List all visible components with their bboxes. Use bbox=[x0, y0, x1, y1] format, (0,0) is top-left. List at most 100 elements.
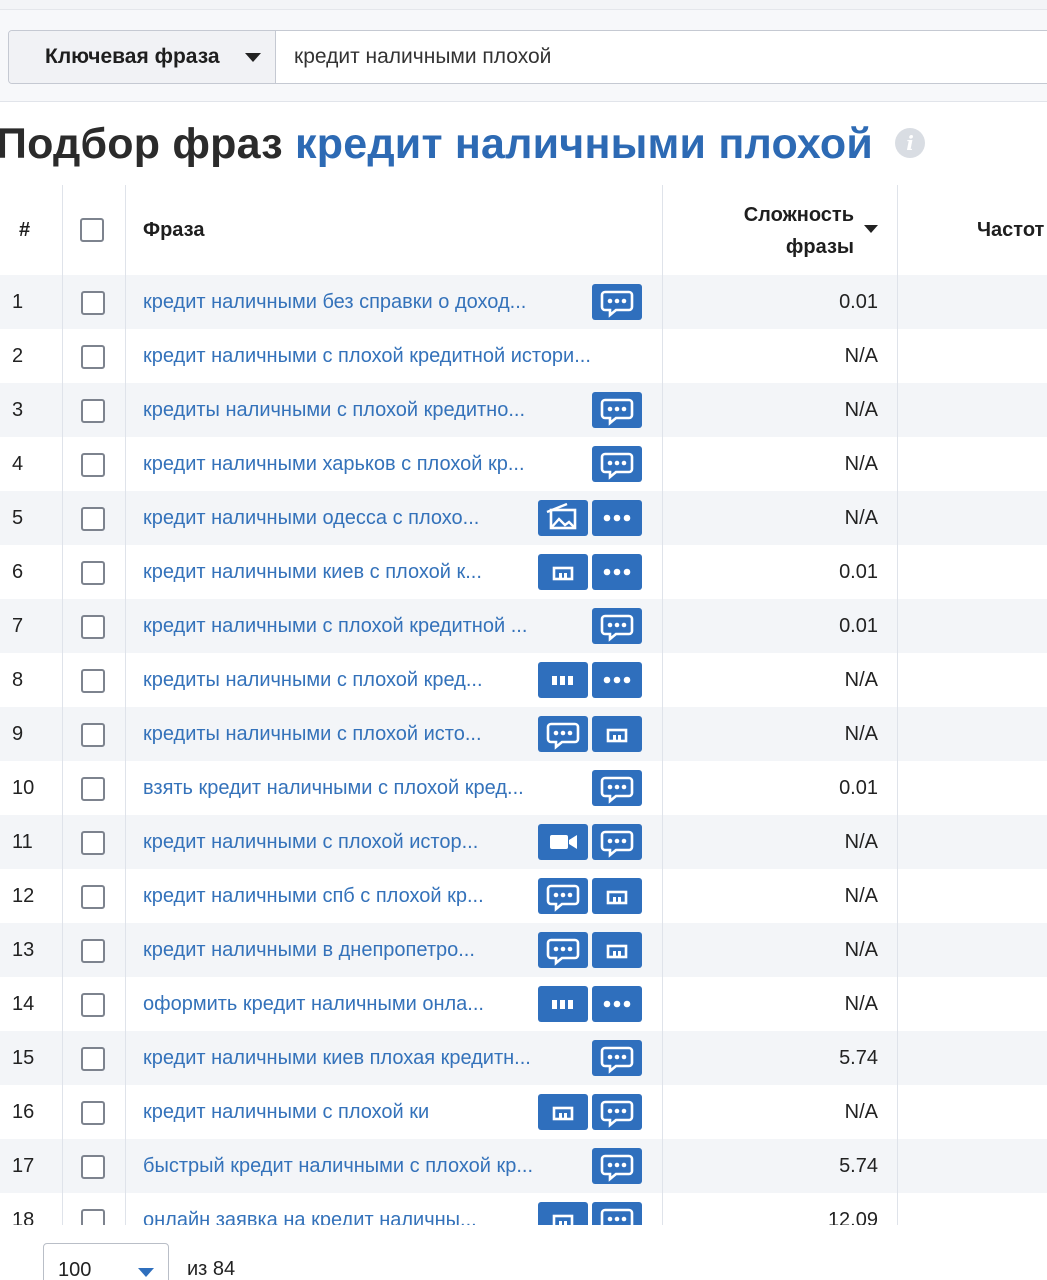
column-divider bbox=[62, 185, 63, 1225]
shop-icon[interactable] bbox=[592, 878, 642, 914]
table-row: 15 кредит наличными киев плохая кредитн..… bbox=[0, 1031, 1047, 1085]
row-number: 2 bbox=[12, 345, 24, 367]
column-header-difficulty[interactable]: Сложность фразы bbox=[700, 185, 900, 275]
difficulty-value: N/A bbox=[844, 399, 878, 421]
phrase-link[interactable]: онлайн заявка на кредит наличны... bbox=[143, 1193, 477, 1225]
shop-icon[interactable] bbox=[538, 1202, 588, 1225]
row-checkbox[interactable] bbox=[81, 1047, 105, 1071]
chat-icon[interactable] bbox=[592, 608, 642, 644]
row-checkbox[interactable] bbox=[81, 615, 105, 639]
table-row: 1 кредит наличными без справки о доход...… bbox=[0, 275, 1047, 329]
row-checkbox[interactable] bbox=[81, 1155, 105, 1179]
phrase-link[interactable]: кредит наличными с плохой ки bbox=[143, 1085, 429, 1139]
chevron-down-icon bbox=[138, 1268, 154, 1277]
chat-icon[interactable] bbox=[592, 824, 642, 860]
difficulty-value: 0.01 bbox=[839, 561, 878, 583]
phrase-link[interactable]: кредит наличными с плохой кредитной исто… bbox=[143, 329, 591, 383]
column-header-frequency[interactable]: Частот bbox=[977, 185, 1044, 275]
phrase-link[interactable]: взять кредит наличными с плохой кред... bbox=[143, 761, 524, 815]
phrase-link[interactable]: кредит наличными киев плохая кредитн... bbox=[143, 1031, 531, 1085]
phrase-link[interactable]: кредит наличными харьков с плохой кр... bbox=[143, 437, 525, 491]
phrase-link[interactable]: оформить кредит наличными онла... bbox=[143, 977, 484, 1031]
chat-icon[interactable] bbox=[592, 1040, 642, 1076]
row-number: 18 bbox=[12, 1209, 35, 1225]
difficulty-value: N/A bbox=[844, 831, 878, 853]
phrase-link[interactable]: кредит наличными с плохой истор... bbox=[143, 815, 478, 869]
chat-icon[interactable] bbox=[592, 446, 642, 482]
sitelinks-icon[interactable] bbox=[538, 986, 588, 1022]
shop-icon[interactable] bbox=[592, 932, 642, 968]
pagination-total: из 84 bbox=[187, 1258, 236, 1280]
more-icon[interactable] bbox=[592, 554, 642, 590]
phrase-link[interactable]: кредиты наличными с плохой кред... bbox=[143, 653, 483, 707]
shop-icon[interactable] bbox=[538, 554, 588, 590]
row-checkbox[interactable] bbox=[81, 723, 105, 747]
phrase-link[interactable]: кредит наличными в днепропетро... bbox=[143, 923, 475, 977]
phrase-link[interactable]: быстрый кредит наличными с плохой кр... bbox=[143, 1139, 533, 1193]
column-divider bbox=[125, 185, 126, 1225]
search-type-select[interactable]: Ключевая фраза bbox=[9, 31, 276, 83]
chat-icon[interactable] bbox=[592, 1148, 642, 1184]
image-icon[interactable] bbox=[538, 500, 588, 536]
per-page-value: 100 bbox=[58, 1259, 92, 1280]
table-header: # Фраза Сложность фразы Частот bbox=[0, 185, 1047, 275]
row-number: 12 bbox=[12, 885, 35, 907]
video-icon[interactable] bbox=[538, 824, 588, 860]
row-checkbox[interactable] bbox=[81, 507, 105, 531]
difficulty-value: N/A bbox=[844, 723, 878, 745]
row-number: 11 bbox=[12, 831, 33, 853]
phrase-link[interactable]: кредит наличными киев с плохой к... bbox=[143, 545, 482, 599]
more-icon[interactable] bbox=[592, 500, 642, 536]
chat-icon[interactable] bbox=[592, 392, 642, 428]
search-bar: Ключевая фраза bbox=[0, 10, 1047, 102]
row-number: 3 bbox=[12, 399, 24, 421]
per-page-select[interactable]: 100 bbox=[43, 1243, 169, 1280]
phrase-link[interactable]: кредит наличными с плохой кредитной ... bbox=[143, 599, 527, 653]
table-row: 16 кредит наличными с плохой ки N/A bbox=[0, 1085, 1047, 1139]
row-number: 1 bbox=[12, 291, 24, 313]
phrase-link[interactable]: кредиты наличными с плохой исто... bbox=[143, 707, 482, 761]
shop-icon[interactable] bbox=[592, 716, 642, 752]
chat-icon[interactable] bbox=[538, 716, 588, 752]
chat-icon[interactable] bbox=[592, 1094, 642, 1130]
phrase-link[interactable]: кредит наличными одесса с плохо... bbox=[143, 491, 479, 545]
column-divider bbox=[897, 185, 898, 1225]
more-icon[interactable] bbox=[592, 662, 642, 698]
phrase-link[interactable]: кредит наличными без справки о доход... bbox=[143, 275, 526, 329]
row-checkbox[interactable] bbox=[81, 1209, 105, 1225]
top-strip bbox=[0, 0, 1047, 10]
chat-icon[interactable] bbox=[592, 1202, 642, 1225]
sitelinks-icon[interactable] bbox=[538, 662, 588, 698]
more-icon[interactable] bbox=[592, 986, 642, 1022]
info-icon[interactable]: i bbox=[895, 127, 926, 158]
difficulty-value: 0.01 bbox=[839, 777, 878, 799]
select-all-checkbox[interactable] bbox=[80, 218, 104, 242]
row-checkbox[interactable] bbox=[81, 831, 105, 855]
row-number: 5 bbox=[12, 507, 24, 529]
row-checkbox[interactable] bbox=[81, 885, 105, 909]
row-checkbox[interactable] bbox=[81, 993, 105, 1017]
row-checkbox[interactable] bbox=[81, 939, 105, 963]
chat-icon[interactable] bbox=[538, 932, 588, 968]
row-checkbox[interactable] bbox=[81, 1101, 105, 1125]
row-checkbox[interactable] bbox=[81, 399, 105, 423]
phrase-link[interactable]: кредиты наличными с плохой кредитно... bbox=[143, 383, 525, 437]
chat-icon[interactable] bbox=[592, 284, 642, 320]
row-checkbox[interactable] bbox=[81, 561, 105, 585]
chat-icon[interactable] bbox=[538, 878, 588, 914]
row-checkbox[interactable] bbox=[81, 669, 105, 693]
row-checkbox[interactable] bbox=[81, 291, 105, 315]
chat-icon[interactable] bbox=[592, 770, 642, 806]
row-checkbox[interactable] bbox=[81, 453, 105, 477]
search-input[interactable] bbox=[276, 31, 1047, 83]
table-row: 8 кредиты наличными с плохой кред... N/A bbox=[0, 653, 1047, 707]
row-checkbox[interactable] bbox=[81, 345, 105, 369]
difficulty-value: N/A bbox=[844, 885, 878, 907]
row-number: 17 bbox=[12, 1155, 35, 1177]
table-row: 12 кредит наличными спб с плохой кр... N/A bbox=[0, 869, 1047, 923]
phrase-link[interactable]: кредит наличными спб с плохой кр... bbox=[143, 869, 484, 923]
difficulty-value: N/A bbox=[844, 507, 878, 529]
shop-icon[interactable] bbox=[538, 1094, 588, 1130]
column-header-phrase[interactable]: Фраза bbox=[143, 185, 204, 275]
row-checkbox[interactable] bbox=[81, 777, 105, 801]
